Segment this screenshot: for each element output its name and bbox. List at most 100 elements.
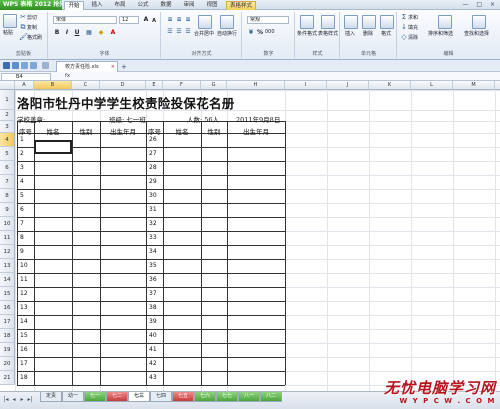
- row-header-8[interactable]: 8: [0, 189, 15, 203]
- column-header-G[interactable]: G: [201, 81, 227, 90]
- conditional-format-button[interactable]: 条件格式: [297, 30, 317, 39]
- row-header-16[interactable]: 16: [0, 301, 15, 315]
- align-right-icon[interactable]: ☰: [184, 28, 192, 36]
- column-header-D[interactable]: D: [100, 81, 146, 90]
- copy-button[interactable]: ⧉ 复制: [19, 23, 38, 32]
- column-header-K[interactable]: K: [369, 81, 411, 90]
- sheet-tab-1[interactable]: 定责: [40, 392, 62, 402]
- function-icon[interactable]: fx: [65, 72, 70, 81]
- tab-insert[interactable]: 插入: [87, 1, 107, 10]
- open-folder-icon[interactable]: [42, 62, 49, 69]
- selected-cell[interactable]: [34, 140, 72, 154]
- table-style-button[interactable]: 表格样式: [318, 30, 338, 39]
- prev-sheet-icon[interactable]: ◂: [11, 396, 17, 403]
- merge-center-icon[interactable]: [198, 15, 212, 29]
- format-painter-button[interactable]: 🖌格式刷: [19, 33, 42, 42]
- select-all-corner[interactable]: [0, 81, 15, 90]
- name-box[interactable]: B4: [1, 72, 51, 81]
- italic-button[interactable]: I: [63, 29, 71, 37]
- thousand-sep-button[interactable]: 000: [265, 28, 275, 37]
- sheet-tab-6[interactable]: 七四: [150, 392, 172, 402]
- cut-button[interactable]: ✂剪切: [19, 13, 37, 22]
- column-header-N[interactable]: N: [495, 81, 500, 90]
- column-header-F[interactable]: F: [163, 81, 201, 90]
- paste-button[interactable]: 粘贴: [3, 29, 13, 38]
- find-select-icon[interactable]: [472, 15, 486, 29]
- sheet-tab-11[interactable]: 八二: [260, 392, 282, 402]
- row-header-17[interactable]: 17: [0, 315, 15, 329]
- shrink-font-button[interactable]: A: [150, 17, 158, 25]
- delete-cells-icon[interactable]: [362, 15, 376, 29]
- font-color-icon[interactable]: A: [109, 29, 117, 37]
- next-sheet-icon[interactable]: ▸: [19, 396, 25, 403]
- sheet-tab-5[interactable]: 七三: [128, 392, 150, 402]
- percent-button[interactable]: %: [256, 29, 264, 37]
- autosum-button[interactable]: Σ 求和: [400, 13, 418, 22]
- row-header-9[interactable]: 9: [0, 203, 15, 217]
- align-middle-icon[interactable]: ≡: [175, 16, 183, 24]
- align-bottom-icon[interactable]: ≡: [184, 16, 192, 24]
- column-header-H[interactable]: H: [227, 81, 285, 90]
- sheet-tab-9[interactable]: 七七: [216, 392, 238, 402]
- undo-icon[interactable]: [21, 62, 28, 69]
- row-header-12[interactable]: 12: [0, 245, 15, 259]
- row-header-15[interactable]: 15: [0, 287, 15, 301]
- row-header-18[interactable]: 18: [0, 329, 15, 343]
- format-cells-icon[interactable]: [380, 15, 394, 29]
- row-header-1[interactable]: 1: [0, 90, 15, 110]
- column-header-A[interactable]: A: [15, 81, 34, 90]
- align-top-icon[interactable]: ≡: [166, 16, 174, 24]
- row-header-11[interactable]: 11: [0, 231, 15, 245]
- table-style-icon[interactable]: [321, 15, 335, 29]
- save-icon[interactable]: [3, 62, 10, 69]
- row-header-10[interactable]: 10: [0, 217, 15, 231]
- row-header-2[interactable]: 2: [0, 110, 15, 121]
- currency-icon[interactable]: ¥: [247, 29, 255, 37]
- column-header-E[interactable]: E: [146, 81, 163, 90]
- column-header-L[interactable]: L: [411, 81, 453, 90]
- align-left-icon[interactable]: ☰: [166, 28, 174, 36]
- tab-data[interactable]: 数据: [156, 1, 176, 10]
- tab-table-style[interactable]: 表格样式: [226, 1, 256, 10]
- sheet-tab-10[interactable]: 八一: [238, 392, 260, 402]
- new-tab-icon[interactable]: +: [121, 63, 127, 71]
- sheet-tab-7[interactable]: 七五: [172, 392, 194, 402]
- row-header-3[interactable]: 3: [0, 121, 15, 133]
- close-document-icon[interactable]: ×: [111, 62, 115, 72]
- paste-icon[interactable]: [3, 14, 17, 28]
- tab-view[interactable]: 视图: [202, 1, 222, 10]
- merge-center-button[interactable]: 合并居中: [194, 30, 214, 39]
- document-tab[interactable]: 校方责任险.xls ×: [56, 61, 118, 72]
- conditional-format-icon[interactable]: [300, 15, 314, 29]
- bold-button[interactable]: B: [53, 29, 61, 37]
- row-header-4[interactable]: 4: [0, 133, 15, 147]
- column-header-C[interactable]: C: [72, 81, 100, 90]
- delete-cells-button[interactable]: 删除: [363, 30, 373, 39]
- row-header-13[interactable]: 13: [0, 259, 15, 273]
- fill-color-icon[interactable]: ◆: [97, 29, 105, 37]
- wrap-text-button[interactable]: 自动换行: [217, 30, 237, 39]
- border-icon[interactable]: ▦: [85, 29, 93, 37]
- font-name-select[interactable]: 宋体: [53, 16, 117, 24]
- sheet-tab-8[interactable]: 七六: [194, 392, 216, 402]
- grow-font-button[interactable]: A: [142, 16, 150, 24]
- tab-layout[interactable]: 布局: [110, 1, 130, 10]
- sort-filter-button[interactable]: 排序和筛选: [428, 30, 453, 39]
- row-header-21[interactable]: 21: [0, 371, 15, 385]
- insert-cells-button[interactable]: 插入: [345, 30, 355, 39]
- column-header-I[interactable]: I: [285, 81, 327, 90]
- tab-home[interactable]: 开始: [64, 1, 84, 10]
- row-header-20[interactable]: 20: [0, 357, 15, 371]
- row-header-5[interactable]: 5: [0, 147, 15, 161]
- window-controls[interactable]: — □ ×: [462, 1, 498, 9]
- first-sheet-icon[interactable]: |◂: [3, 396, 9, 403]
- row-header-19[interactable]: 19: [0, 343, 15, 357]
- redo-icon[interactable]: [30, 62, 37, 69]
- row-header-6[interactable]: 6: [0, 161, 15, 175]
- sort-filter-icon[interactable]: [438, 15, 452, 29]
- insert-cells-icon[interactable]: [344, 15, 358, 29]
- wrap-text-icon[interactable]: [220, 15, 234, 29]
- align-center-icon[interactable]: ☰: [175, 28, 183, 36]
- row-header-14[interactable]: 14: [0, 273, 15, 287]
- find-select-button[interactable]: 查找和选择: [464, 30, 489, 39]
